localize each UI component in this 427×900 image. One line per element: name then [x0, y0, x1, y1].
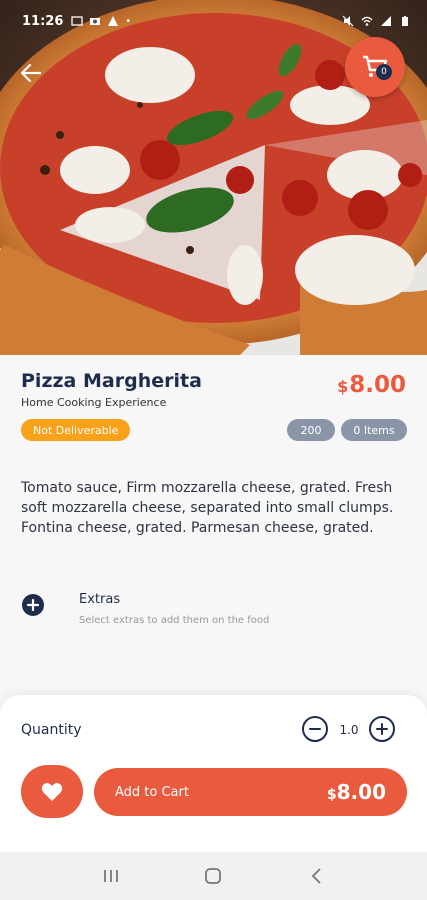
camera-icon [90, 18, 101, 25]
extras-subtitle: Select extras to add them on the food [79, 615, 270, 626]
back-arrow-icon [21, 64, 41, 82]
product-title: Pizza Margherita [21, 370, 202, 392]
system-back-button[interactable] [296, 856, 336, 896]
product-detail-screen: 11:26 • 0 Pizza Margherita Home Cooking … [0, 0, 427, 900]
back-nav-icon [311, 868, 321, 884]
extras-title: Extras [79, 592, 121, 607]
add-to-cart-button[interactable]: Add to Cart $ 8.00 [94, 768, 407, 816]
recents-button[interactable] [91, 856, 131, 896]
heart-icon [41, 782, 63, 801]
add-to-cart-amount: 8.00 [336, 780, 386, 804]
favorite-button[interactable] [21, 765, 83, 818]
add-to-cart-currency: $ [326, 787, 337, 803]
quantity-label: Quantity [21, 722, 82, 738]
dot-icon: • [125, 15, 132, 27]
quantity-increase-button[interactable] [369, 716, 395, 742]
add-to-cart-label: Add to Cart [115, 784, 189, 800]
product-description: Tomato sauce, Firm mozzarella cheese, gr… [21, 480, 394, 536]
mute-icon [342, 15, 354, 27]
status-bar: 11:26 • [0, 0, 427, 42]
items-chip: 0 Items [341, 419, 407, 441]
wifi-icon [361, 16, 373, 26]
add-to-cart-price: $ 8.00 [327, 780, 386, 804]
price-currency: $ [337, 377, 349, 396]
battery-icon [402, 16, 408, 26]
quantity-decrease-button[interactable] [302, 716, 328, 742]
cart-badge: 0 [376, 64, 392, 80]
system-nav-bar [0, 852, 427, 900]
plus-circle-icon[interactable] [22, 594, 44, 616]
product-price: $ 8.00 [337, 372, 406, 398]
count-chip: 200 [287, 419, 335, 441]
quantity-value: 1.0 [339, 723, 359, 737]
cart-button[interactable]: 0 [345, 37, 405, 97]
recents-icon [104, 870, 119, 882]
home-icon [205, 868, 222, 884]
home-button[interactable] [193, 856, 233, 896]
product-subtitle: Home Cooking Experience [21, 396, 167, 409]
notification-icon [71, 16, 84, 26]
signal-icon [381, 16, 391, 26]
minus-circle-icon [309, 728, 321, 730]
status-time: 11:26 [22, 13, 64, 29]
plus-icon [376, 723, 388, 735]
back-button[interactable] [16, 58, 46, 88]
order-sheet: Quantity 1.0 Add to Cart $ 8.00 [0, 695, 427, 852]
price-amount: 8.00 [349, 372, 406, 398]
alert-icon [108, 16, 119, 26]
deliverable-badge: Not Deliverable [21, 419, 131, 441]
